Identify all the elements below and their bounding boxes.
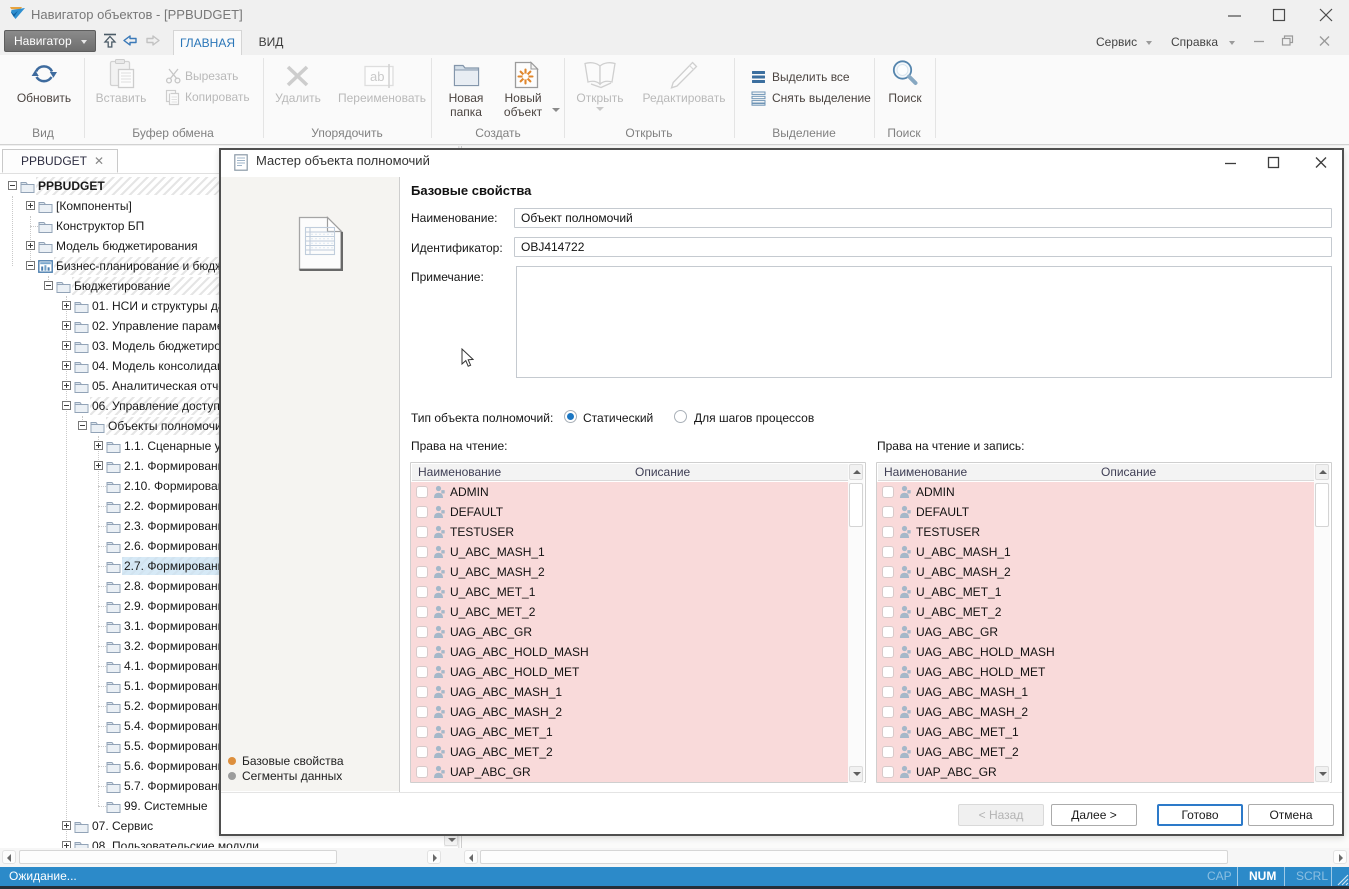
svg-text:ab: ab bbox=[370, 69, 384, 84]
